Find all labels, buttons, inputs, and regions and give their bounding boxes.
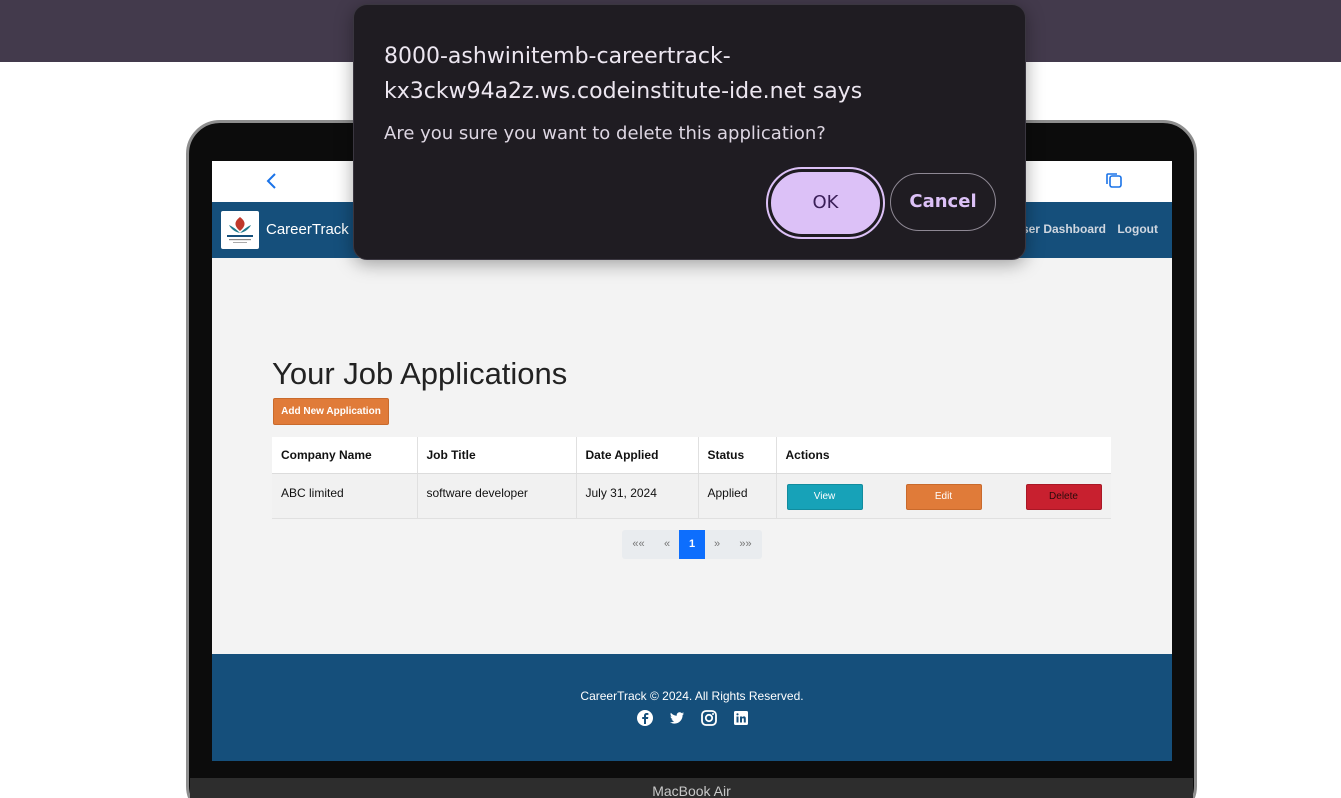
careertrack-logo[interactable]: [221, 211, 259, 249]
cell-company: ABC limited: [272, 473, 418, 519]
page-last-button[interactable]: »»: [729, 530, 762, 559]
device-label: MacBook Air: [652, 783, 731, 798]
confirm-dialog: 8000-ashwinitemb-careertrack-kx3ckw94a2z…: [353, 4, 1026, 260]
ok-button[interactable]: OK: [766, 167, 885, 239]
page-next-button[interactable]: »: [705, 530, 729, 559]
header-job-title: Job Title: [417, 437, 577, 474]
navbar-brand[interactable]: CareerTrack: [266, 221, 349, 238]
table-row: ABC limited software developer July 31, …: [272, 473, 1111, 519]
facebook-icon[interactable]: [636, 709, 654, 727]
cancel-button[interactable]: Cancel: [890, 173, 996, 231]
header-date-applied: Date Applied: [576, 437, 699, 474]
pagination: «« « 1 » »»: [622, 530, 762, 559]
instagram-icon[interactable]: [700, 709, 718, 727]
dialog-message: Are you sure you want to delete this app…: [384, 123, 826, 144]
dialog-title: 8000-ashwinitemb-careertrack-kx3ckw94a2z…: [384, 44, 863, 104]
header-status: Status: [698, 437, 777, 474]
linkedin-icon[interactable]: [732, 709, 750, 727]
nav-link-user-dashboard[interactable]: User Dashboard: [1013, 222, 1106, 236]
header-actions: Actions: [776, 437, 1111, 474]
header-company-name: Company Name: [272, 437, 418, 474]
navbar-links: User Dashboard Logout: [1005, 222, 1158, 236]
twitter-icon[interactable]: [668, 709, 686, 727]
footer-copyright: CareerTrack © 2024. All Rights Reserved.: [580, 689, 804, 703]
delete-button[interactable]: Delete: [1025, 483, 1102, 510]
cell-actions: View Edit Delete: [776, 473, 1111, 519]
page-title: Your Job Applications: [272, 356, 568, 391]
applications-table: Company Name Job Title Date Applied Stat…: [272, 437, 1111, 519]
add-new-application-button[interactable]: Add New Application: [273, 398, 389, 425]
table-header-row: Company Name Job Title Date Applied Stat…: [272, 437, 1111, 474]
page-first-button[interactable]: ««: [622, 530, 655, 559]
page-prev-button[interactable]: «: [655, 530, 679, 559]
back-arrow-icon[interactable]: [262, 170, 282, 192]
tabs-icon[interactable]: [1104, 171, 1124, 191]
page-current-button[interactable]: 1: [679, 530, 705, 559]
cell-date-applied: July 31, 2024: [576, 473, 699, 519]
view-button[interactable]: View: [786, 483, 863, 510]
cell-status: Applied: [698, 473, 777, 519]
site-footer: CareerTrack © 2024. All Rights Reserved.: [212, 654, 1172, 761]
nav-link-logout[interactable]: Logout: [1117, 222, 1158, 236]
social-links: [636, 709, 750, 727]
cell-job-title: software developer: [417, 473, 577, 519]
edit-button[interactable]: Edit: [905, 483, 982, 510]
